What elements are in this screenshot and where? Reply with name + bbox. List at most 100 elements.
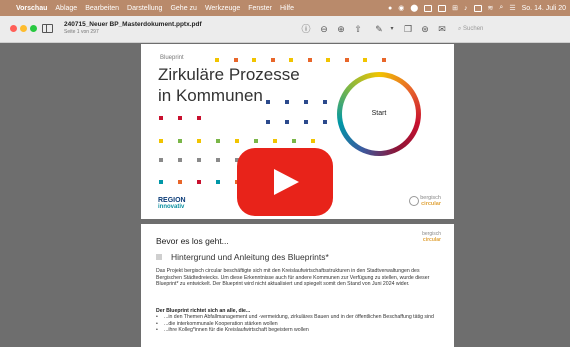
- zoom-window-button[interactable]: [30, 25, 37, 32]
- status-icon-5[interactable]: [438, 4, 447, 12]
- decorative-dot: [326, 58, 330, 62]
- status-icon-3[interactable]: ⬤: [410, 4, 418, 12]
- decorative-dot: [266, 120, 270, 124]
- status-icon-2[interactable]: ◉: [398, 4, 404, 12]
- decorative-dot: [323, 120, 327, 124]
- decorative-dot: [159, 116, 163, 120]
- decorative-dot: [216, 139, 220, 143]
- form-fill-icon[interactable]: ✉: [436, 23, 448, 35]
- menu-item-hilfe[interactable]: Hilfe: [280, 5, 294, 12]
- decorative-dot: [233, 58, 238, 62]
- region-logo-line-2: innovativ: [158, 204, 185, 210]
- decorative-dot: [304, 100, 308, 104]
- markup-toolbar-icon[interactable]: ⊛: [419, 23, 431, 35]
- clock[interactable]: So. 14. Juli 20: [522, 5, 566, 12]
- list-item: ...die interkommunale Kooperation stärke…: [156, 321, 441, 328]
- decorative-dot: [311, 139, 315, 143]
- decorative-dot: [178, 116, 182, 120]
- decorative-dot: [273, 139, 277, 143]
- wifi-icon[interactable]: ≋: [488, 4, 494, 12]
- zoom-out-icon[interactable]: ⊖: [318, 23, 330, 35]
- decorative-dot: [235, 139, 239, 143]
- status-icon-7[interactable]: ♪: [464, 5, 468, 12]
- decorative-dot: [197, 180, 201, 184]
- menu-item-fenster[interactable]: Fenster: [248, 5, 272, 12]
- document-title: 240715_Neuer BP_Masterdokument.pptx.pdf: [64, 21, 202, 28]
- decorative-dot: [216, 180, 220, 184]
- search-icon: ⌕: [458, 26, 462, 32]
- pdf-page-2: bergisch circular Bevor es los geht... H…: [141, 224, 454, 347]
- decorative-dot: [292, 139, 296, 143]
- decorative-dot: [285, 120, 289, 124]
- decorative-dot: [270, 58, 275, 62]
- status-icon-4[interactable]: [424, 4, 433, 12]
- window-toolbar: 240715_Neuer BP_Masterdokument.pptx.pdf …: [0, 16, 570, 43]
- status-icon-6[interactable]: ⊞: [452, 4, 458, 12]
- slide-title-line-1: Zirkuläre Prozesse: [158, 65, 300, 84]
- menu-bar: Vorschau Ablage Bearbeiten Darstellung G…: [0, 0, 570, 16]
- section-marker-icon: [156, 254, 162, 260]
- menu-item-werkzeuge[interactable]: Werkzeuge: [205, 5, 240, 12]
- minimize-window-button[interactable]: [20, 25, 27, 32]
- decorative-dot: [159, 139, 163, 143]
- share-icon[interactable]: ⇧: [352, 23, 364, 35]
- control-center-icon[interactable]: ☰: [509, 4, 515, 12]
- menu-item-app[interactable]: Vorschau: [16, 5, 47, 12]
- window-size-icon[interactable]: ❐: [402, 23, 414, 35]
- page2-section-title: Hintergrund und Anleitung des Blueprints…: [171, 252, 329, 262]
- slide-label: Blueprint: [160, 55, 184, 61]
- slide-title: Zirkuläre Prozesse in Kommunen: [158, 64, 300, 106]
- page2-logo: bergisch circular: [422, 231, 441, 243]
- document-page-count: Seite 1 von 297: [64, 29, 99, 35]
- decorative-dot: [344, 58, 349, 62]
- menu-item-bearbeiten[interactable]: Bearbeiten: [85, 5, 119, 12]
- spotlight-search-icon[interactable]: ⌕: [499, 4, 503, 12]
- decorative-dot: [197, 139, 201, 143]
- menu-item-ablage[interactable]: Ablage: [55, 5, 77, 12]
- status-area: ● ◉ ⬤ ⊞ ♪ ≋ ⌕ ☰ So. 14. Juli 20: [388, 0, 566, 16]
- decorative-dot: [266, 100, 270, 104]
- bergisch-circular-logo-icon: [409, 196, 420, 206]
- decorative-dot: [307, 58, 312, 62]
- zoom-in-icon[interactable]: ⊕: [335, 23, 347, 35]
- list-item: ...in den Themen Abfallmanagement und -v…: [156, 314, 441, 321]
- decorative-dot: [197, 158, 201, 162]
- search-placeholder: Suchen: [463, 26, 484, 32]
- decorative-dot: [252, 58, 256, 62]
- page2-heading: Bevor es los geht...: [156, 236, 229, 246]
- circular-ring-graphic: Start: [337, 72, 421, 156]
- decorative-dot: [254, 139, 258, 143]
- search-field[interactable]: ⌕ Suchen: [458, 23, 564, 35]
- bergisch-circular-logo-line-2: circular: [421, 201, 441, 207]
- page2-logo-line-2: circular: [422, 237, 441, 243]
- page2-paragraph: Das Projekt bergisch circular beschäftig…: [156, 268, 430, 288]
- decorative-dot: [216, 158, 220, 162]
- decorative-dot: [323, 100, 327, 104]
- page2-bullet-list: ...in den Themen Abfallmanagement und -v…: [156, 314, 441, 334]
- chevron-down-icon[interactable]: ▾: [386, 23, 398, 35]
- play-button[interactable]: [237, 148, 333, 216]
- bergisch-circular-logo: bergisch circular: [409, 195, 441, 207]
- close-window-button[interactable]: [10, 25, 17, 32]
- decorative-dot: [304, 120, 308, 124]
- list-item: ...ihre Kolleg*innen für die Kreislaufwi…: [156, 327, 441, 334]
- decorative-dot: [363, 58, 367, 62]
- menu-item-darstellung[interactable]: Darstellung: [127, 5, 162, 12]
- decorative-dot: [197, 116, 201, 120]
- decorative-dot: [178, 139, 182, 143]
- decorative-dot: [178, 158, 182, 162]
- play-icon: [274, 169, 299, 195]
- info-icon[interactable]: ⓘ: [300, 23, 312, 35]
- sidebar-toggle-icon[interactable]: [42, 24, 53, 33]
- decorative-dot: [159, 180, 163, 184]
- decorative-dot: [381, 58, 386, 62]
- menu-item-gehe-zu[interactable]: Gehe zu: [170, 5, 196, 12]
- slide-title-line-2: in Kommunen: [158, 86, 263, 105]
- markup-pen-icon[interactable]: ✎: [373, 23, 385, 35]
- decorative-dot: [178, 180, 182, 184]
- region-logo-line-1: REGION: [158, 197, 186, 204]
- start-label: Start: [342, 77, 416, 151]
- region-innovativ-logo: REGION innovativ: [158, 197, 186, 211]
- status-icon-1[interactable]: ●: [388, 5, 392, 12]
- battery-icon[interactable]: [473, 4, 482, 12]
